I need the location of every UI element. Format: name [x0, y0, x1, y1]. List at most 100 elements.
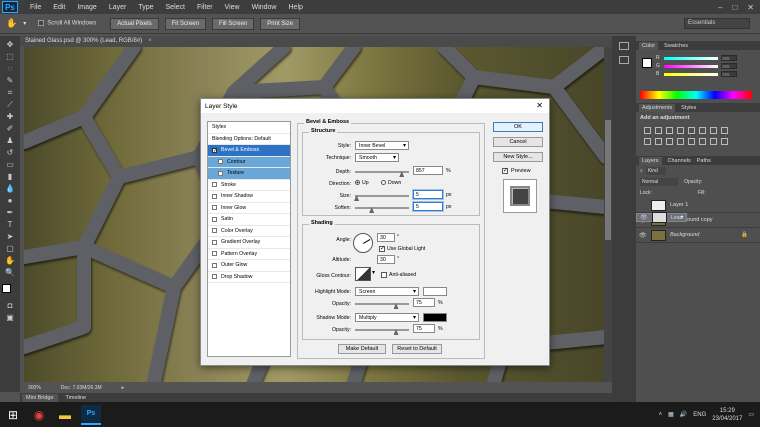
bevel-emboss-item[interactable]: ✓ Bevel & Emboss — [208, 145, 290, 157]
stroke-checkbox[interactable] — [212, 182, 217, 188]
close-window-button[interactable]: ✕ — [747, 3, 754, 12]
blend-mode-select[interactable]: Normal — [640, 177, 679, 186]
foreground-color-swatch[interactable] — [2, 284, 11, 293]
file-explorer-icon[interactable]: ▬ — [55, 405, 75, 425]
tab-layers[interactable]: Layers — [639, 156, 662, 165]
path-select-tool-icon[interactable]: ➤ — [4, 232, 16, 241]
clock[interactable]: 15:29 23/04/2017 — [712, 407, 742, 423]
shadow-mode-select[interactable]: Multiply — [355, 313, 419, 322]
contour-checkbox[interactable] — [218, 159, 223, 165]
bevel-style-select[interactable]: Inner Bevel — [355, 141, 409, 150]
move-tool-icon[interactable]: ✥ — [4, 40, 16, 49]
color-slider-r[interactable]: R 255 — [636, 54, 760, 62]
tab-styles[interactable]: Styles — [681, 105, 696, 111]
gradient-overlay-item[interactable]: Gradient Overlay — [208, 237, 290, 249]
gloss-contour-picker[interactable] — [355, 267, 371, 281]
close-document-icon[interactable]: × — [148, 38, 152, 44]
clone-stamp-tool-icon[interactable]: ♟ — [4, 136, 16, 145]
ok-button[interactable]: OK — [493, 122, 543, 132]
chrome-icon[interactable]: ◉ — [29, 405, 49, 425]
inner-glow-checkbox[interactable] — [212, 205, 217, 211]
g-gradient-track[interactable] — [664, 64, 718, 68]
gradient-map-icon[interactable] — [710, 138, 717, 145]
highlight-opacity-track[interactable] — [355, 303, 409, 305]
color-lookup-icon[interactable] — [666, 138, 673, 145]
fg-bg-color-picker[interactable] — [642, 58, 652, 68]
color-swatches[interactable] — [2, 284, 18, 298]
texture-item[interactable]: Texture — [208, 168, 290, 180]
brightness-contrast-icon[interactable] — [644, 127, 651, 134]
size-slider-track[interactable] — [355, 195, 409, 197]
crop-tool-icon[interactable]: ⌗ — [4, 88, 16, 97]
tool-preset-dropdown[interactable]: ▾ — [23, 20, 26, 27]
volume-icon[interactable]: 🔊 — [680, 411, 687, 418]
invert-icon[interactable] — [677, 138, 684, 145]
curves-icon[interactable] — [666, 127, 673, 134]
windows-start-icon[interactable]: ⊞ — [3, 405, 23, 425]
layer-row-selected[interactable]: 👁 Lead — [636, 212, 687, 223]
down-radio-dot[interactable] — [381, 180, 386, 186]
tab-mini-bridge[interactable]: Mini Bridge — [22, 393, 58, 402]
actual-pixels-button[interactable]: Actual Pixels — [110, 17, 159, 30]
fill-screen-button[interactable]: Fill Screen — [211, 17, 255, 30]
lasso-tool-icon[interactable]: ◌ — [4, 64, 16, 73]
tab-adjustments[interactable]: Adjustments — [639, 103, 676, 112]
channel-mixer-icon[interactable] — [655, 138, 662, 145]
satin-checkbox[interactable] — [212, 216, 217, 222]
eraser-tool-icon[interactable]: ▭ — [4, 160, 16, 169]
scroll-all-windows-option[interactable]: Scroll All Windows — [38, 20, 96, 27]
dialog-close-icon[interactable]: ✕ — [536, 101, 543, 110]
fit-screen-button[interactable]: Fit Screen — [164, 17, 206, 30]
hand-tool-icon[interactable]: ✋ — [6, 18, 17, 29]
altitude-input[interactable]: 30 — [377, 255, 395, 264]
angle-dial[interactable] — [353, 233, 373, 253]
make-default-button[interactable]: Make Default — [338, 344, 386, 354]
menu-file[interactable]: File — [24, 4, 47, 11]
menu-view[interactable]: View — [219, 4, 246, 11]
workspace-switcher[interactable]: Essentials — [684, 18, 750, 29]
reset-to-default-button[interactable]: Reset to Default — [392, 344, 442, 354]
quick-mask-icon[interactable]: ◘ — [4, 301, 16, 310]
r-gradient-track[interactable] — [664, 56, 718, 60]
hue-saturation-icon[interactable] — [699, 127, 706, 134]
outer-glow-item[interactable]: Outer Glow — [208, 260, 290, 272]
menu-type[interactable]: Type — [132, 4, 159, 11]
pattern-overlay-item[interactable]: Pattern Overlay — [208, 249, 290, 260]
color-overlay-checkbox[interactable] — [212, 228, 217, 234]
b-value[interactable]: 255 — [721, 71, 737, 77]
tab-channels[interactable]: Channels — [668, 158, 691, 164]
menu-layer[interactable]: Layer — [103, 4, 133, 11]
contour-item[interactable]: Contour — [208, 156, 290, 168]
direction-down-radio[interactable]: Down — [381, 180, 401, 186]
history-panel-icon[interactable] — [619, 42, 629, 50]
marquee-tool-icon[interactable]: ⬚ — [4, 52, 16, 61]
canvas-scroll-thumb[interactable] — [605, 120, 611, 240]
photoshop-taskbar-icon[interactable]: Ps — [81, 404, 101, 425]
drop-shadow-checkbox[interactable] — [212, 274, 217, 280]
dodge-tool-icon[interactable]: ● — [4, 196, 16, 205]
depth-input[interactable]: 857 — [413, 166, 443, 175]
tab-swatches[interactable]: Swatches — [664, 43, 688, 49]
quick-select-tool-icon[interactable]: ✎ — [4, 76, 16, 85]
menu-edit[interactable]: Edit — [47, 4, 71, 11]
black-white-icon[interactable] — [721, 127, 728, 134]
technique-select[interactable]: Smooth — [355, 153, 399, 162]
layer-kind-filter[interactable]: Kind — [645, 166, 666, 175]
satin-item[interactable]: Satin — [208, 214, 290, 226]
tab-timeline[interactable]: Timeline — [66, 395, 87, 401]
pattern-overlay-checkbox[interactable] — [212, 251, 217, 257]
soften-input[interactable]: 5 — [413, 202, 443, 211]
pen-tool-icon[interactable]: ✒ — [4, 208, 16, 217]
soften-slider-track[interactable] — [355, 207, 409, 209]
bevel-emboss-checkbox[interactable]: ✓ — [212, 147, 217, 153]
vibrance-icon[interactable] — [688, 127, 695, 134]
history-brush-tool-icon[interactable]: ↺ — [4, 148, 16, 157]
tab-paths[interactable]: Paths — [697, 158, 711, 164]
use-global-light-checkbox[interactable]: ✓ — [379, 246, 385, 252]
cancel-button[interactable]: Cancel — [493, 137, 543, 147]
r-value[interactable]: 255 — [721, 55, 737, 61]
posterize-icon[interactable] — [688, 138, 695, 145]
color-slider-b[interactable]: B 255 — [636, 70, 760, 78]
eye-icon[interactable]: 👁 — [639, 232, 647, 239]
up-radio-dot[interactable] — [355, 180, 360, 186]
